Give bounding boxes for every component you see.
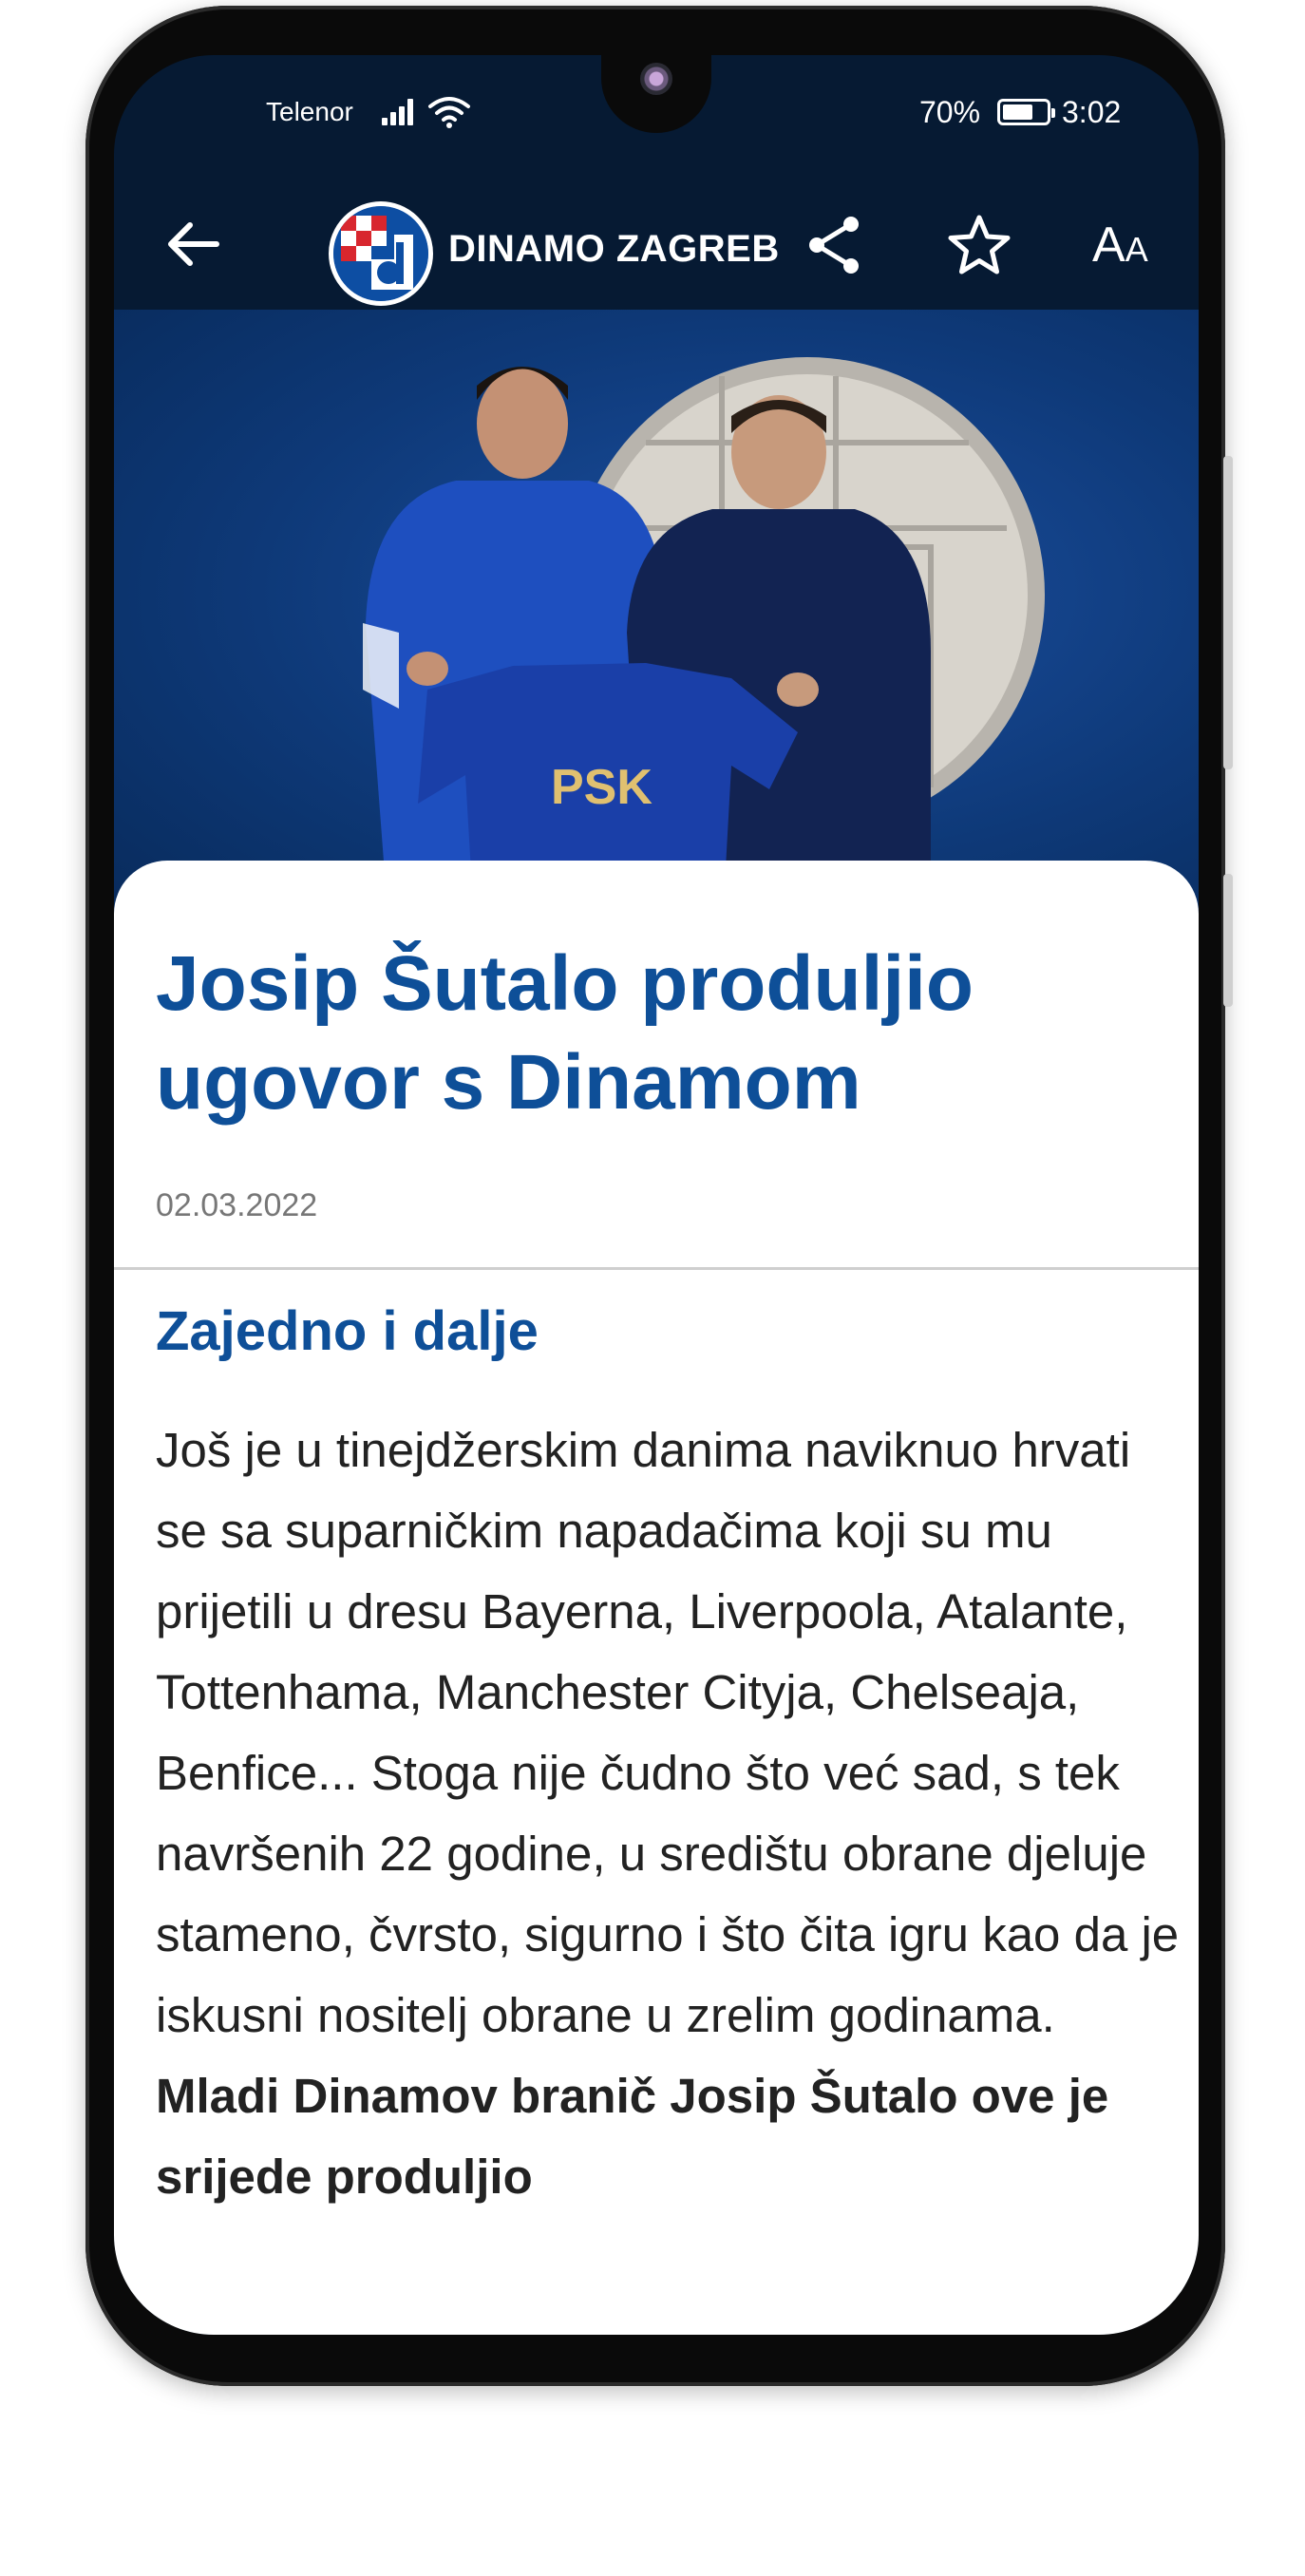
- clock: 3:02: [1062, 95, 1122, 129]
- article-body-bold: Mladi Dinamov branič Josip Šutalo ove je…: [156, 2069, 1109, 2204]
- carrier-label: Telenor: [266, 97, 353, 126]
- hero-photo: PSK: [363, 357, 1045, 937]
- hero-image: PSK: [114, 310, 1199, 937]
- volume-button: [1223, 874, 1233, 1007]
- app-bar: DINAMO ZAGREB AA: [114, 179, 1199, 310]
- star-icon[interactable]: [947, 213, 1012, 277]
- signal-icon: [382, 97, 420, 125]
- brand-name: DINAMO ZAGREB: [448, 228, 780, 270]
- club-logo-graphic: [333, 206, 428, 301]
- article-body-text: Još je u tinejdžerskim danima naviknuo h…: [156, 1423, 1180, 2042]
- font-size-big-a: A: [1092, 218, 1125, 273]
- share-icon[interactable]: [805, 215, 862, 275]
- divider: [114, 1267, 1199, 1270]
- article-body: Još je u tinejdžerskim danima naviknuo h…: [156, 1410, 1182, 2217]
- font-size-small-a: A: [1125, 230, 1148, 269]
- battery-fill: [1003, 104, 1032, 120]
- battery-percent: 70%: [919, 95, 981, 129]
- article-subheading: Zajedno i dalje: [156, 1300, 539, 1362]
- jersey-sponsor: PSK: [551, 760, 652, 815]
- screen: Telenor 70% 3:02 DINAMO ZAGREB AA PSK Jo…: [114, 55, 1199, 2335]
- font-size-icon[interactable]: AA: [1092, 217, 1148, 274]
- club-logo: [329, 201, 433, 306]
- back-arrow-icon[interactable]: [165, 220, 222, 268]
- wifi-icon: [428, 97, 470, 128]
- power-button: [1223, 456, 1233, 769]
- front-camera: [640, 63, 672, 95]
- article-date: 02.03.2022: [156, 1187, 318, 1223]
- article-title: Josip Šutalo produljio ugovor s Dinamom: [156, 940, 974, 1126]
- battery-icon: [997, 99, 1055, 125]
- article-card: Josip Šutalo produljio ugovor s Dinamom …: [114, 861, 1199, 2335]
